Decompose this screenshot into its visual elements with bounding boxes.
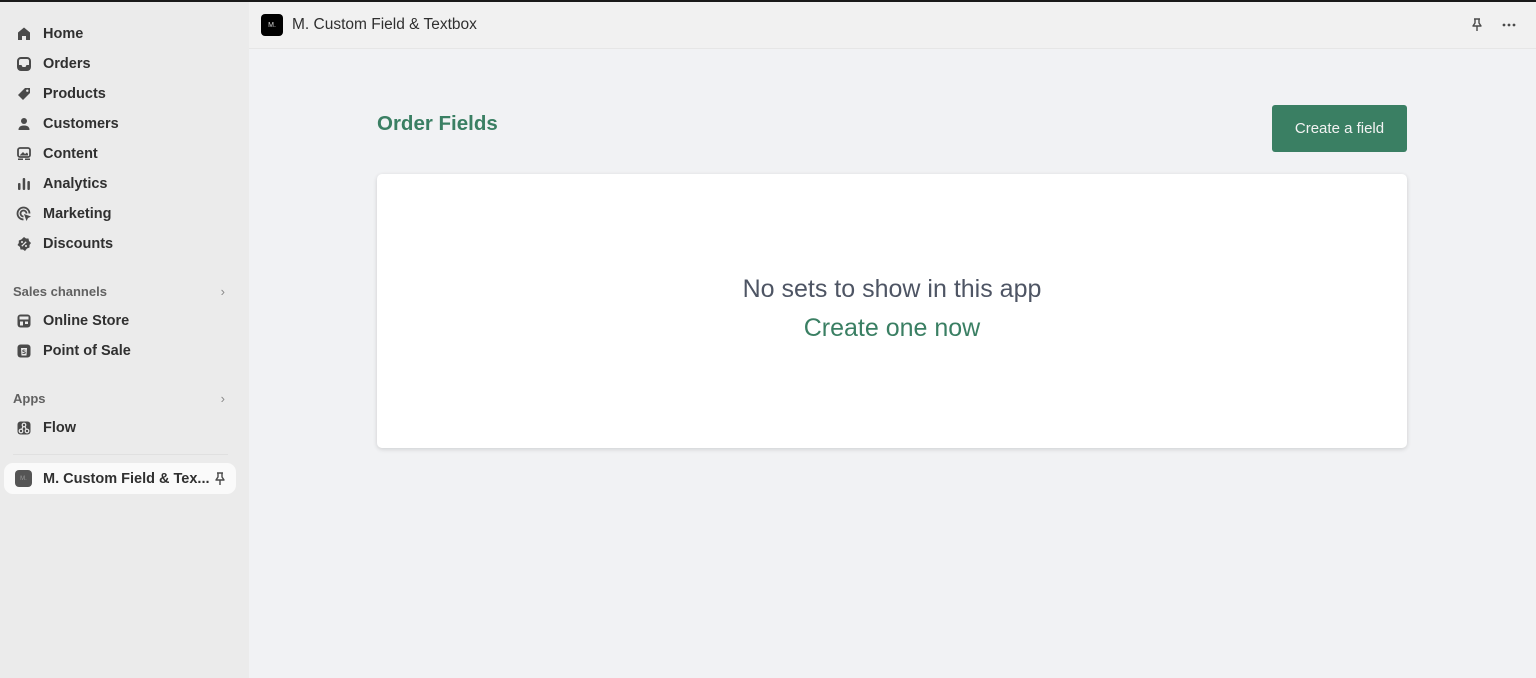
sidebar-item-orders[interactable]: Orders bbox=[4, 50, 236, 78]
sidebar-item-products[interactable]: Products bbox=[4, 80, 236, 108]
chevron-right-icon: › bbox=[220, 283, 225, 299]
apps-label: Apps bbox=[13, 390, 46, 406]
sidebar-item-label: Online Store bbox=[43, 313, 130, 329]
image-icon bbox=[15, 145, 33, 163]
app-logo: M. bbox=[15, 470, 32, 487]
app-header-logo: M. bbox=[261, 14, 283, 36]
pin-icon[interactable] bbox=[1468, 16, 1486, 34]
person-icon bbox=[15, 115, 33, 133]
home-icon bbox=[15, 25, 33, 43]
sidebar-item-analytics[interactable]: Analytics bbox=[4, 170, 236, 198]
header-actions bbox=[1468, 16, 1518, 34]
sidebar-item-flow[interactable]: Flow bbox=[4, 414, 236, 442]
sidebar-item-label: Customers bbox=[43, 116, 119, 132]
bar-chart-icon bbox=[15, 175, 33, 193]
sidebar: Home Orders Products Customers Content A… bbox=[0, 2, 249, 678]
empty-state-card: No sets to show in this app Create one n… bbox=[377, 174, 1407, 448]
empty-state-title: No sets to show in this app bbox=[742, 275, 1042, 303]
sidebar-item-marketing[interactable]: Marketing bbox=[4, 200, 236, 228]
store-icon bbox=[15, 312, 33, 330]
page-title: Order Fields bbox=[377, 112, 498, 135]
app-header-title: M. Custom Field & Textbox bbox=[292, 16, 477, 33]
create-field-button[interactable]: Create a field bbox=[1272, 105, 1407, 152]
discount-icon bbox=[15, 235, 33, 253]
sidebar-item-active-app[interactable]: M. M. Custom Field & Tex... bbox=[4, 463, 236, 494]
sidebar-item-label: Analytics bbox=[43, 176, 108, 192]
sales-channels-header[interactable]: Sales channels › bbox=[13, 281, 233, 301]
target-icon bbox=[15, 205, 33, 223]
svg-text:S: S bbox=[22, 349, 26, 356]
app-header: M. M. Custom Field & Textbox bbox=[249, 2, 1536, 49]
sales-channels-label: Sales channels bbox=[13, 283, 107, 299]
sidebar-item-label: Marketing bbox=[43, 206, 112, 222]
sidebar-item-label: Products bbox=[43, 86, 106, 102]
sidebar-item-point-of-sale[interactable]: S Point of Sale bbox=[4, 337, 236, 365]
sidebar-item-discounts[interactable]: Discounts bbox=[4, 230, 236, 258]
flow-icon bbox=[15, 419, 33, 437]
chevron-right-icon: › bbox=[220, 390, 225, 406]
sidebar-item-content[interactable]: Content bbox=[4, 140, 236, 168]
more-options-icon[interactable] bbox=[1500, 16, 1518, 34]
pin-icon[interactable] bbox=[212, 471, 228, 487]
sidebar-item-label: Orders bbox=[43, 56, 91, 72]
apps-header[interactable]: Apps › bbox=[13, 388, 233, 408]
sidebar-item-home[interactable]: Home bbox=[4, 20, 236, 48]
inbox-icon bbox=[15, 55, 33, 73]
sidebar-item-online-store[interactable]: Online Store bbox=[4, 307, 236, 335]
sidebar-item-label: Home bbox=[43, 26, 84, 42]
sidebar-item-customers[interactable]: Customers bbox=[4, 110, 236, 138]
pos-icon: S bbox=[15, 342, 33, 360]
create-one-now-link[interactable]: Create one now bbox=[377, 314, 1407, 343]
active-app-label: M. Custom Field & Tex... bbox=[43, 470, 210, 487]
sidebar-item-label: Point of Sale bbox=[43, 343, 131, 359]
sidebar-item-label: Discounts bbox=[43, 236, 114, 252]
sidebar-item-label: Content bbox=[43, 146, 98, 162]
sidebar-divider bbox=[13, 454, 228, 455]
sidebar-item-label: Flow bbox=[43, 420, 77, 436]
tag-icon bbox=[15, 85, 33, 103]
main-area: M. M. Custom Field & Textbox Order Field… bbox=[249, 2, 1536, 678]
